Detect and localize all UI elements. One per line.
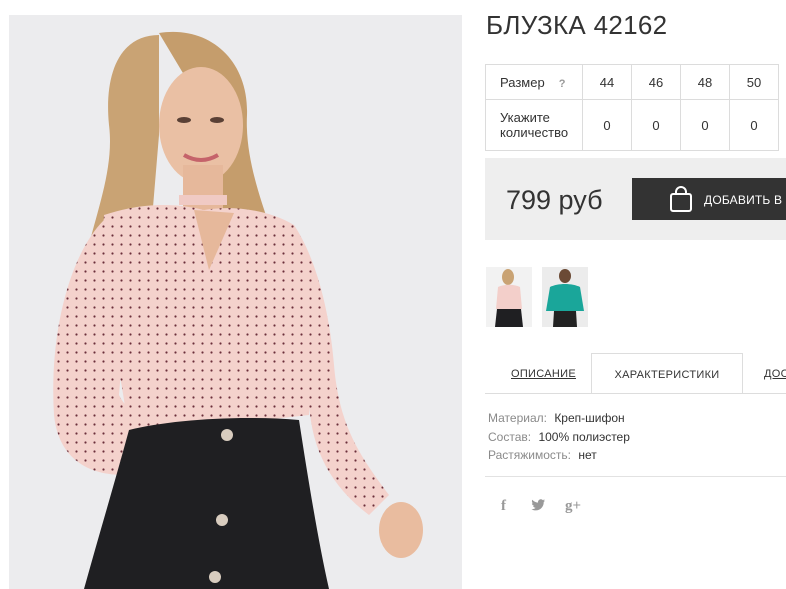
tab-characteristics[interactable]: ХАРАКТЕРИСТИКИ (591, 353, 743, 393)
size-44: 44 (582, 64, 632, 100)
product-title: БЛУЗКА 42162 (486, 10, 668, 40)
size-label: Размер (500, 74, 545, 90)
spec-material: Материал: Креп-шифон (488, 409, 630, 428)
product-main-image[interactable] (9, 15, 462, 589)
twitter-icon[interactable] (531, 498, 545, 514)
size-48: 48 (680, 64, 730, 100)
tab-delivery[interactable]: ДОС (764, 353, 786, 393)
quantity-label-line1: Укажите (500, 110, 550, 125)
spec-key: Состав: (488, 429, 532, 444)
thumbnail-teal-blouse[interactable] (542, 267, 588, 327)
tab-description[interactable]: ОПИСАНИЕ (511, 353, 576, 393)
shopping-bag-icon (669, 186, 693, 216)
add-to-cart-button[interactable]: ДОБАВИТЬ В З (632, 178, 786, 220)
spec-stretch: Растяжимость: нет (488, 446, 630, 465)
spec-composition: Состав: 100% полиэстер (488, 428, 630, 447)
google-plus-icon[interactable]: g+ (565, 498, 581, 515)
facebook-icon[interactable]: f (501, 498, 506, 515)
quantity-label-cell: Укажите количество (485, 99, 583, 151)
price-panel: 799 руб ДОБАВИТЬ В З (485, 158, 786, 240)
product-price: 799 руб (506, 185, 603, 215)
quantity-input-46[interactable]: 0 (631, 99, 681, 151)
spec-key: Растяжимость: (488, 448, 572, 462)
quantity-label-line2: количество (500, 125, 569, 140)
add-to-cart-label: ДОБАВИТЬ В З (704, 193, 786, 207)
spec-value: нет (578, 448, 597, 462)
quantity-input-44[interactable]: 0 (582, 99, 632, 151)
size-46: 46 (631, 64, 681, 100)
product-tabs: ОПИСАНИЕ ХАРАКТЕРИСТИКИ ДОС (485, 353, 786, 394)
quantity-input-50[interactable]: 0 (729, 99, 779, 151)
size-50: 50 (729, 64, 779, 100)
spec-value: 100% полиэстер (538, 429, 630, 444)
spec-key: Материал: (488, 411, 547, 425)
help-icon[interactable]: ? (559, 78, 566, 90)
quantity-input-48[interactable]: 0 (680, 99, 730, 151)
characteristics-list: Материал: Креп-шифон Состав: 100% полиэс… (488, 409, 630, 465)
size-label-cell: Размер? (485, 64, 583, 100)
size-quantity-table: Размер? 44 46 48 50 Укажите количество 0… (485, 64, 779, 151)
thumbnail-pink-blouse[interactable] (486, 267, 532, 327)
divider (485, 476, 786, 477)
spec-value: Креп-шифон (554, 411, 625, 425)
